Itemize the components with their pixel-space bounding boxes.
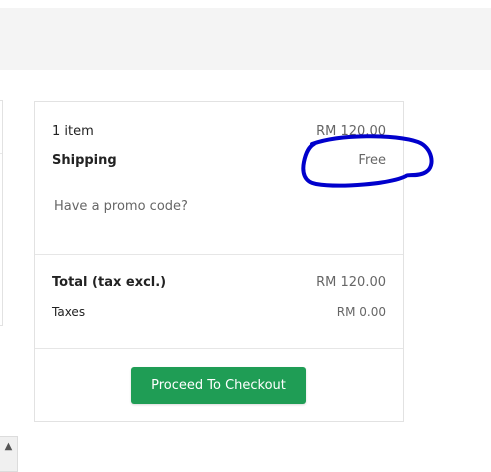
taxes-label: Taxes xyxy=(52,305,86,319)
cart-items-panel-edge xyxy=(0,100,3,326)
top-header-band xyxy=(0,8,491,70)
shipping-value: Free xyxy=(358,153,386,168)
panel-divider xyxy=(0,153,2,154)
total-label: Total (tax excl.) xyxy=(52,275,167,290)
summary-divider-top xyxy=(35,254,403,255)
cart-summary-card: 1 item RM 120.00 Shipping Free Have a pr… xyxy=(34,101,404,422)
scroll-up-button[interactable]: ▲ xyxy=(0,436,18,472)
total-row: Total (tax excl.) RM 120.00 xyxy=(52,275,386,290)
proceed-to-checkout-button[interactable]: Proceed To Checkout xyxy=(131,367,306,404)
items-subtotal-value: RM 120.00 xyxy=(316,124,386,139)
taxes-value: RM 0.00 xyxy=(336,305,386,319)
shipping-label: Shipping xyxy=(52,153,117,168)
summary-divider-bottom xyxy=(35,348,403,349)
items-count-label: 1 item xyxy=(52,124,94,139)
promo-code-link[interactable]: Have a promo code? xyxy=(54,199,188,214)
chevron-up-icon: ▲ xyxy=(4,441,13,452)
taxes-row: Taxes RM 0.00 xyxy=(52,305,386,319)
items-row: 1 item RM 120.00 xyxy=(52,124,386,139)
total-value: RM 120.00 xyxy=(316,275,386,290)
shipping-row: Shipping Free xyxy=(52,153,386,168)
